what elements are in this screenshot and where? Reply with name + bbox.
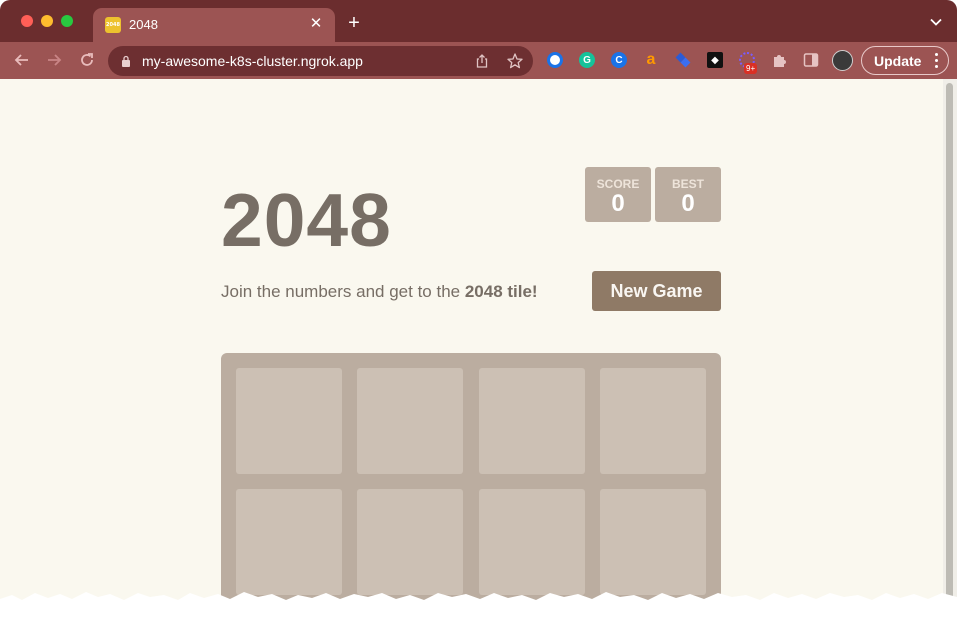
browser-window: 2048 2048 ✕ + my-awesome-k8s-cluster.ngr…	[0, 0, 957, 629]
score-box: SCORE 0	[585, 167, 651, 222]
score-label: SCORE	[596, 177, 640, 191]
grid-cell	[236, 489, 342, 595]
tab-close-icon[interactable]: ✕	[307, 15, 325, 33]
favicon-icon: 2048	[105, 17, 121, 33]
chevron-down-icon[interactable]	[929, 15, 943, 29]
grid-cell	[236, 368, 342, 474]
grid-cell	[600, 489, 706, 595]
kebab-menu-icon[interactable]	[935, 53, 939, 69]
extension-badge: 9+	[744, 63, 758, 74]
tab-title: 2048	[129, 17, 158, 32]
game-board[interactable]	[221, 353, 721, 613]
grid-cell	[357, 489, 463, 595]
new-game-button[interactable]: New Game	[592, 271, 721, 311]
best-label: BEST	[671, 177, 704, 191]
browser-toolbar: my-awesome-k8s-cluster.ngrok.app G C a ◆…	[0, 42, 957, 79]
new-tab-button[interactable]: +	[344, 13, 364, 33]
bookmark-star-icon[interactable]	[506, 52, 524, 70]
url-text[interactable]: my-awesome-k8s-cluster.ngrok.app	[142, 53, 363, 69]
side-panel-icon[interactable]	[803, 52, 819, 68]
profile-avatar[interactable]	[832, 50, 853, 71]
password-manager-extension-icon[interactable]	[547, 52, 563, 68]
address-bar[interactable]: my-awesome-k8s-cluster.ngrok.app	[108, 46, 533, 76]
intro-bold-text: 2048 tile!	[464, 282, 538, 301]
grid-cell	[479, 489, 585, 595]
game-intro: Join the numbers and get to the 2048 til…	[221, 282, 538, 302]
grid-cell	[600, 368, 706, 474]
share-icon[interactable]	[474, 53, 490, 69]
amazon-extension-icon[interactable]: a	[643, 51, 659, 68]
close-window-button[interactable]	[21, 15, 33, 27]
blue-c-extension-icon[interactable]: C	[611, 52, 627, 68]
scrollbar[interactable]	[943, 79, 957, 601]
cube-extension-icon[interactable]: ◆	[707, 52, 723, 68]
grammarly-extension-icon[interactable]: G	[579, 52, 595, 68]
back-icon[interactable]	[12, 50, 32, 70]
game-title: 2048	[221, 178, 392, 262]
tab-2048[interactable]: 2048 2048 ✕	[93, 8, 335, 42]
grid-cell	[357, 368, 463, 474]
puzzle-extensions-icon[interactable]	[771, 52, 788, 69]
intro-text: Join the numbers and get to the	[221, 282, 465, 301]
forward-icon[interactable]	[44, 50, 64, 70]
tab-strip: 2048 2048 ✕ +	[0, 0, 957, 42]
blue-link-extension-icon[interactable]	[675, 52, 691, 68]
update-button[interactable]: Update	[861, 46, 949, 75]
scrollbar-thumb[interactable]	[946, 83, 953, 599]
maximize-window-button[interactable]	[61, 15, 73, 27]
torn-edge	[0, 592, 957, 629]
lock-icon[interactable]	[121, 55, 131, 67]
update-label: Update	[874, 53, 922, 69]
minimize-window-button[interactable]	[41, 15, 53, 27]
best-value: 0	[681, 190, 695, 217]
reload-icon[interactable]	[77, 50, 97, 70]
score-value: 0	[611, 190, 625, 217]
grid-cell	[479, 368, 585, 474]
best-score-box: BEST 0	[655, 167, 721, 222]
